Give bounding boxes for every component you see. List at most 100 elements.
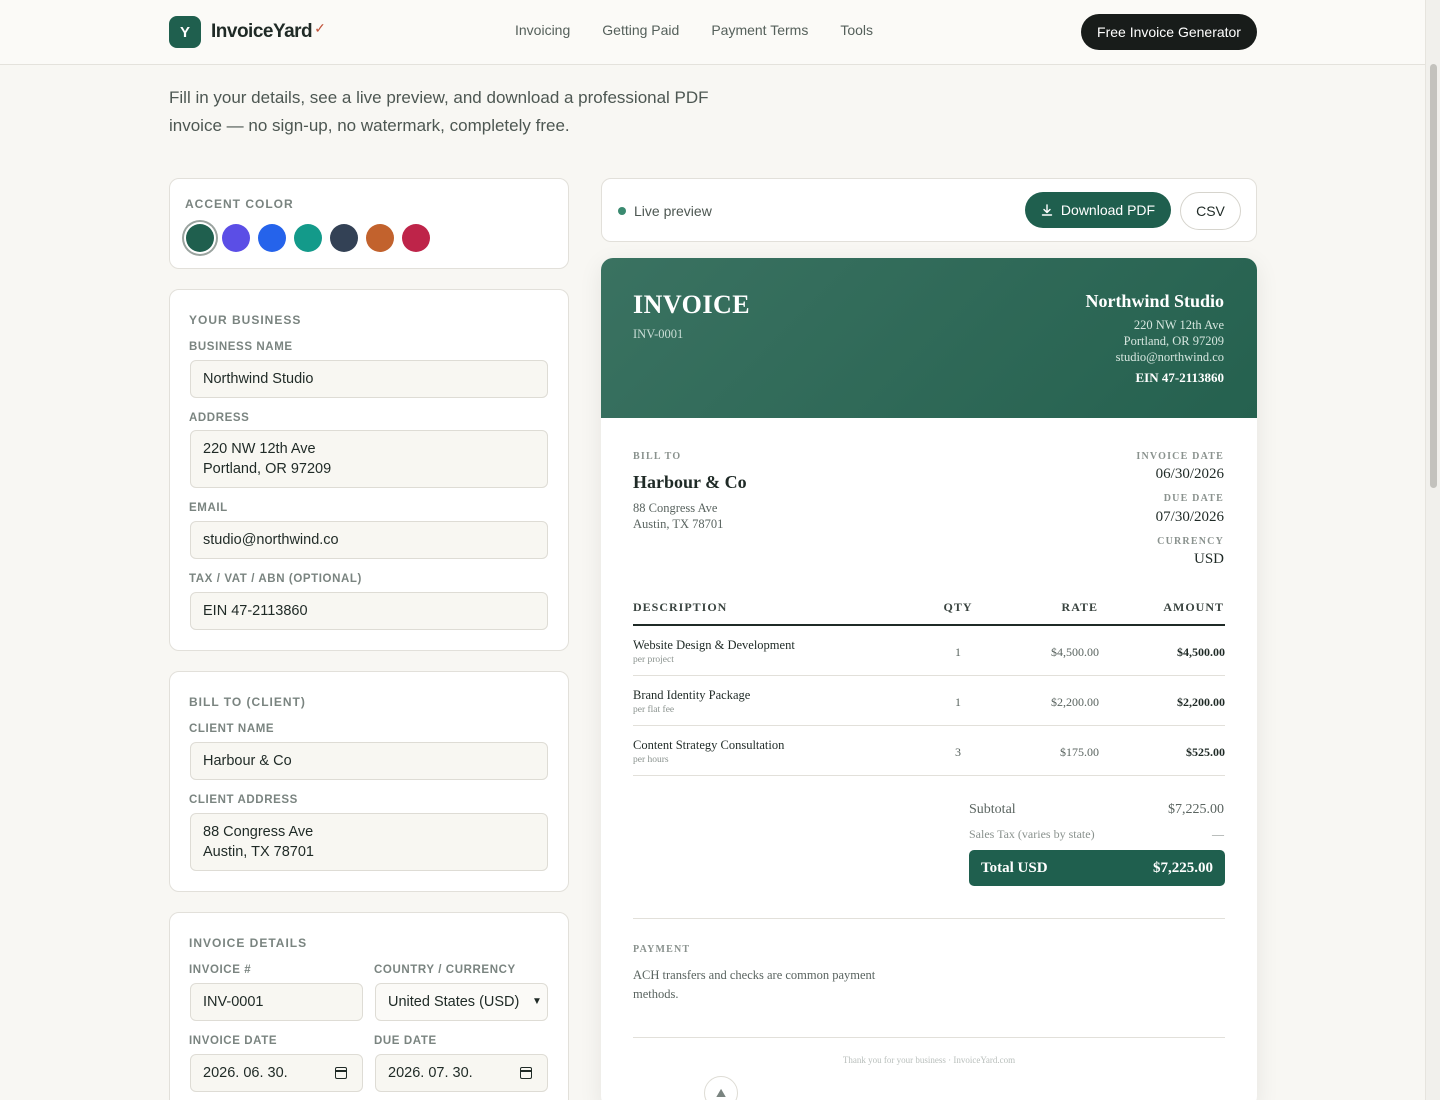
invoice-preview: INVOICE INV-0001 Northwind Studio 220 NW… <box>601 258 1257 1100</box>
business-address-line-2: Portland, OR 97209 <box>1123 334 1224 348</box>
payment-text: ACH transfers and checks are common paym… <box>633 968 876 1001</box>
total-value: $7,225.00 <box>1153 859 1213 876</box>
nav-link-getting-paid[interactable]: Getting Paid <box>602 22 679 38</box>
tax-id-input[interactable]: EIN 47-2113860 <box>190 592 548 630</box>
top-navigation-bar: Y InvoiceYard ✓ Invoicing Getting Paid P… <box>0 0 1425 65</box>
swatch-violet[interactable] <box>222 224 250 252</box>
invoice-title: INVOICE <box>633 290 751 319</box>
address-line-1: 220 NW 12th Ave <box>203 441 316 457</box>
bill-to-caption: BILL TO <box>633 451 682 462</box>
item-description: Website Design & Development <box>633 638 795 652</box>
item-unit: per flat fee <box>633 705 675 715</box>
invoice-date-caption: INVOICE DATE <box>1136 451 1224 462</box>
preview-toolbar: Live preview Download PDF CSV <box>601 178 1257 242</box>
your-business-title: YOUR BUSINESS <box>189 313 302 327</box>
calendar-icon[interactable] <box>335 1067 347 1079</box>
invoice-header: INVOICE INV-0001 Northwind Studio 220 NW… <box>601 258 1257 418</box>
client-name-label: CLIENT NAME <box>189 723 275 735</box>
business-ein: EIN 47-2113860 <box>1135 370 1224 385</box>
client-address-line-2: Austin, TX 78701 <box>203 844 314 860</box>
mountain-icon[interactable]: ⛰ <box>704 1076 738 1100</box>
sales-tax-value: — <box>1212 827 1224 841</box>
table-row: Brand Identity Package per flat fee 1 $2… <box>633 676 1225 726</box>
business-name: Northwind Studio <box>1085 291 1224 311</box>
swatch-slate[interactable] <box>330 224 358 252</box>
invoice-details-title: INVOICE DETAILS <box>189 936 308 950</box>
address-label: ADDRESS <box>189 412 250 424</box>
client-name: Harbour & Co <box>633 472 747 492</box>
client-address-line-1: 88 Congress Ave <box>203 824 314 840</box>
due-date-label: DUE DATE <box>374 1035 437 1047</box>
country-currency-label: COUNTRY / CURRENCY <box>374 964 516 976</box>
tax-id-label: TAX / VAT / ABN (OPTIONAL) <box>189 573 362 585</box>
nav-link-invoicing[interactable]: Invoicing <box>515 22 570 38</box>
accent-color-title: ACCENT COLOR <box>185 197 294 211</box>
item-rate: $2,200.00 <box>1051 695 1099 709</box>
currency-value: USD <box>1193 551 1224 567</box>
address-textarea[interactable]: 220 NW 12th Ave Portland, OR 97209 <box>190 430 548 488</box>
client-address-line-2: Austin, TX 78701 <box>633 517 724 531</box>
country-currency-select[interactable]: United States (USD) <box>375 983 548 1021</box>
csv-button[interactable]: CSV <box>1180 192 1241 230</box>
calendar-icon[interactable] <box>520 1067 532 1079</box>
swatch-crimson[interactable] <box>402 224 430 252</box>
swatch-teal[interactable] <box>294 224 322 252</box>
intro-text: Fill in your details, see a live preview… <box>169 88 709 135</box>
business-address-line-1: 220 NW 12th Ave <box>1133 318 1224 332</box>
main-nav: Invoicing Getting Paid Payment Terms Too… <box>515 22 873 38</box>
logo-text: InvoiceYard <box>211 21 313 42</box>
download-pdf-label: Download PDF <box>1060 202 1156 218</box>
page-scrollbar[interactable] <box>1425 0 1440 1100</box>
swatch-blue[interactable] <box>258 224 286 252</box>
item-qty: 3 <box>955 745 961 759</box>
invoice-number-input[interactable]: INV-0001 <box>190 983 363 1021</box>
business-name-label: BUSINESS NAME <box>189 341 293 353</box>
item-rate: $4,500.00 <box>1051 645 1099 659</box>
client-address-textarea[interactable]: 88 Congress Ave Austin, TX 78701 <box>190 813 548 871</box>
scrollbar-thumb[interactable] <box>1430 64 1437 488</box>
business-email: studio@northwind.co <box>1115 350 1224 364</box>
free-invoice-generator-button[interactable]: Free Invoice Generator <box>1081 14 1257 50</box>
invoice-number-label: INVOICE # <box>189 964 252 976</box>
download-pdf-button[interactable]: Download PDF <box>1025 192 1171 228</box>
nav-link-tools[interactable]: Tools <box>840 22 873 38</box>
bill-to-title: BILL TO (CLIENT) <box>189 695 306 709</box>
client-name-input[interactable]: Harbour & Co <box>190 742 548 780</box>
email-input[interactable]: studio@northwind.co <box>190 521 548 559</box>
invoice-footer-note: Thank you for your business · InvoiceYar… <box>842 1055 1016 1065</box>
download-icon <box>1041 204 1053 216</box>
due-date-value: 07/30/2026 <box>1155 509 1224 525</box>
item-amount: $2,200.00 <box>1177 695 1225 709</box>
column-qty: QTY <box>943 600 973 614</box>
subtotal-value: $7,225.00 <box>1168 802 1224 817</box>
live-preview-label: Live preview <box>634 203 712 219</box>
item-qty: 1 <box>955 695 961 709</box>
currency-caption: CURRENCY <box>1157 536 1224 547</box>
due-date-caption: DUE DATE <box>1163 493 1224 504</box>
nav-link-payment-terms[interactable]: Payment Terms <box>711 22 808 38</box>
item-unit: per project <box>633 655 674 665</box>
swatch-orange[interactable] <box>366 224 394 252</box>
table-row: Website Design & Development per project… <box>633 626 1225 676</box>
item-amount: $4,500.00 <box>1177 645 1225 659</box>
accent-color-card <box>169 178 569 269</box>
total-bar: Total USD $7,225.00 <box>969 850 1225 886</box>
column-rate: RATE <box>1061 600 1098 614</box>
business-name-input[interactable]: Northwind Studio <box>190 360 548 398</box>
address-line-2: Portland, OR 97209 <box>203 461 332 477</box>
checkmark-icon: ✓ <box>314 19 326 36</box>
column-description: DESCRIPTION <box>633 600 728 614</box>
table-row: Content Strategy Consultation per hours … <box>633 726 1225 776</box>
live-preview-indicator: Live preview <box>618 203 712 219</box>
item-description: Brand Identity Package <box>633 688 751 702</box>
payment-caption: PAYMENT <box>633 944 691 955</box>
chevron-down-icon: ▼ <box>532 996 542 1007</box>
client-address-line-1: 88 Congress Ave <box>633 501 718 515</box>
item-unit: per hours <box>633 755 669 765</box>
subtotal-label: Subtotal <box>969 802 1016 817</box>
logo-mark: Y <box>169 16 201 48</box>
swatch-green[interactable] <box>186 224 214 252</box>
item-amount: $525.00 <box>1186 745 1225 759</box>
live-dot-icon <box>618 207 626 215</box>
logo[interactable]: Y InvoiceYard ✓ <box>169 16 326 48</box>
